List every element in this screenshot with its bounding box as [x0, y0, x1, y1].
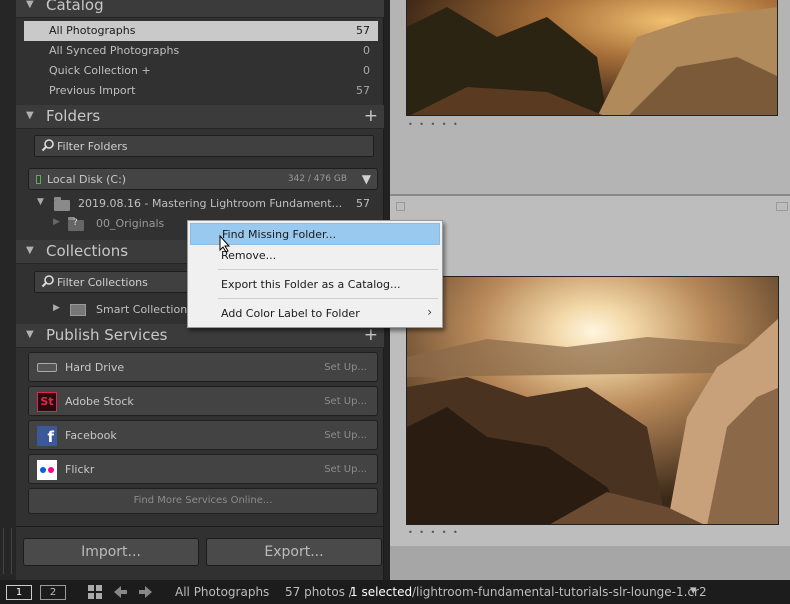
grid-cell-selected[interactable]: • • • • • [390, 196, 790, 546]
magnifier-icon [41, 275, 54, 288]
export-button[interactable]: Export... [206, 538, 382, 566]
secondary-window-button[interactable]: 2 [40, 585, 66, 600]
catalog-title: Catalog [46, 0, 104, 14]
photo-grid: • • • • • • • • • • [390, 0, 790, 580]
sunset-valley-photo-image [407, 277, 778, 524]
find-more-services-button[interactable]: Find More Services Online... [28, 488, 378, 514]
add-folder-plus-icon[interactable]: + [364, 106, 378, 126]
catalog-item-previous-import[interactable]: Previous Import 57 [24, 81, 378, 101]
add-publish-service-plus-icon[interactable]: + [364, 325, 378, 345]
collapse-triangle-icon: ▼ [26, 0, 34, 10]
menu-item-export-folder-as-catalog[interactable]: Export this Folder as a Catalog... [190, 274, 440, 296]
facebook-icon: f [37, 426, 57, 446]
cell-corner-badge-icon [776, 202, 788, 211]
service-flickr[interactable]: Flickr Set Up... [28, 454, 378, 484]
adobe-stock-icon: St [37, 392, 57, 412]
flickr-icon [37, 460, 57, 480]
panel-divider [16, 526, 384, 527]
service-hard-drive[interactable]: Hard Drive Set Up... [28, 352, 378, 382]
filmstrip-toolbar: 1 2 All Photographs 57 photos / 1 select… [0, 580, 790, 604]
mouse-cursor-icon [219, 235, 231, 253]
menu-separator [218, 298, 438, 299]
volume-local-disk[interactable]: Local Disk (C:) 342 / 476 GB ▼ [28, 168, 378, 190]
folder-row-root[interactable]: ▼ 2019.08.16 - Mastering Lightroom Funda… [28, 194, 378, 214]
collections-title: Collections [46, 242, 129, 260]
catalog-item-all-synced[interactable]: All Synced Photographs 0 [24, 41, 378, 61]
filmstrip-file-path: /lightroom-fundamental-tutorials-slr-lou… [412, 585, 707, 599]
filmstrip-source[interactable]: All Photographs [175, 585, 269, 599]
folders-header[interactable]: ▼ Folders + [16, 105, 384, 129]
publish-services-title: Publish Services [46, 326, 168, 344]
menu-separator [218, 269, 438, 270]
collection-set-icon [70, 304, 86, 316]
volume-dropdown-icon[interactable]: ▼ [362, 172, 371, 186]
menu-item-add-color-label[interactable]: Add Color Label to Folder › [190, 303, 440, 325]
service-adobe-stock[interactable]: St Adobe Stock Set Up... [28, 386, 378, 416]
hard-drive-icon [37, 363, 57, 372]
catalog-header[interactable]: ▼ Catalog [16, 0, 384, 18]
grid-view-icon[interactable] [88, 585, 102, 599]
expand-triangle-icon[interactable]: ▶ [53, 217, 60, 227]
folders-title: Folders [46, 107, 101, 125]
panel-resize-handle[interactable] [3, 528, 12, 574]
grid-cell-top[interactable]: • • • • • [390, 0, 790, 194]
collapse-triangle-icon: ▼ [26, 110, 34, 121]
facebook-setup-link[interactable]: Set Up... [324, 430, 367, 441]
import-button[interactable]: Import... [23, 538, 199, 566]
hard-drive-setup-link[interactable]: Set Up... [324, 362, 367, 373]
rating-dots[interactable]: • • • • • [408, 528, 460, 537]
expand-triangle-icon[interactable]: ▶ [53, 303, 60, 313]
rating-dots[interactable]: • • • • • [408, 120, 460, 129]
photo-thumbnail-selected[interactable] [406, 276, 779, 525]
grid-spacer [390, 546, 790, 580]
photo-thumbnail-top[interactable] [406, 0, 778, 116]
back-arrow-icon[interactable] [114, 585, 128, 599]
flickr-setup-link[interactable]: Set Up... [324, 464, 367, 475]
service-facebook[interactable]: f Facebook Set Up... [28, 420, 378, 450]
disk-status-icon [36, 175, 41, 184]
filmstrip-selected-count: 1 selected [350, 585, 413, 599]
folder-context-menu: Find Missing Folder... Remove... Export … [187, 220, 443, 328]
filter-folders-input[interactable]: Filter Folders [34, 135, 374, 157]
forward-arrow-icon[interactable] [138, 585, 152, 599]
expand-triangle-icon[interactable]: ▼ [37, 197, 44, 207]
filmstrip-photo-count: 57 photos / [285, 585, 353, 599]
filmstrip-source-dropdown-icon[interactable]: ▾ [690, 583, 697, 598]
catalog-item-all-photographs[interactable]: All Photographs 57 [24, 21, 378, 41]
adobe-stock-setup-link[interactable]: Set Up... [324, 396, 367, 407]
magnifier-icon [41, 139, 54, 152]
catalog-item-quick-collection[interactable]: Quick Collection + 0 [24, 61, 378, 81]
cell-corner-badge-icon [396, 202, 405, 211]
collapse-triangle-icon: ▼ [26, 245, 34, 256]
left-panel-edge [0, 0, 16, 580]
collapse-triangle-icon: ▼ [26, 329, 34, 340]
folder-icon [54, 197, 70, 211]
submenu-arrow-icon: › [427, 305, 432, 319]
main-window-button[interactable]: 1 [6, 585, 32, 600]
sunset-photo-image [407, 0, 777, 115]
